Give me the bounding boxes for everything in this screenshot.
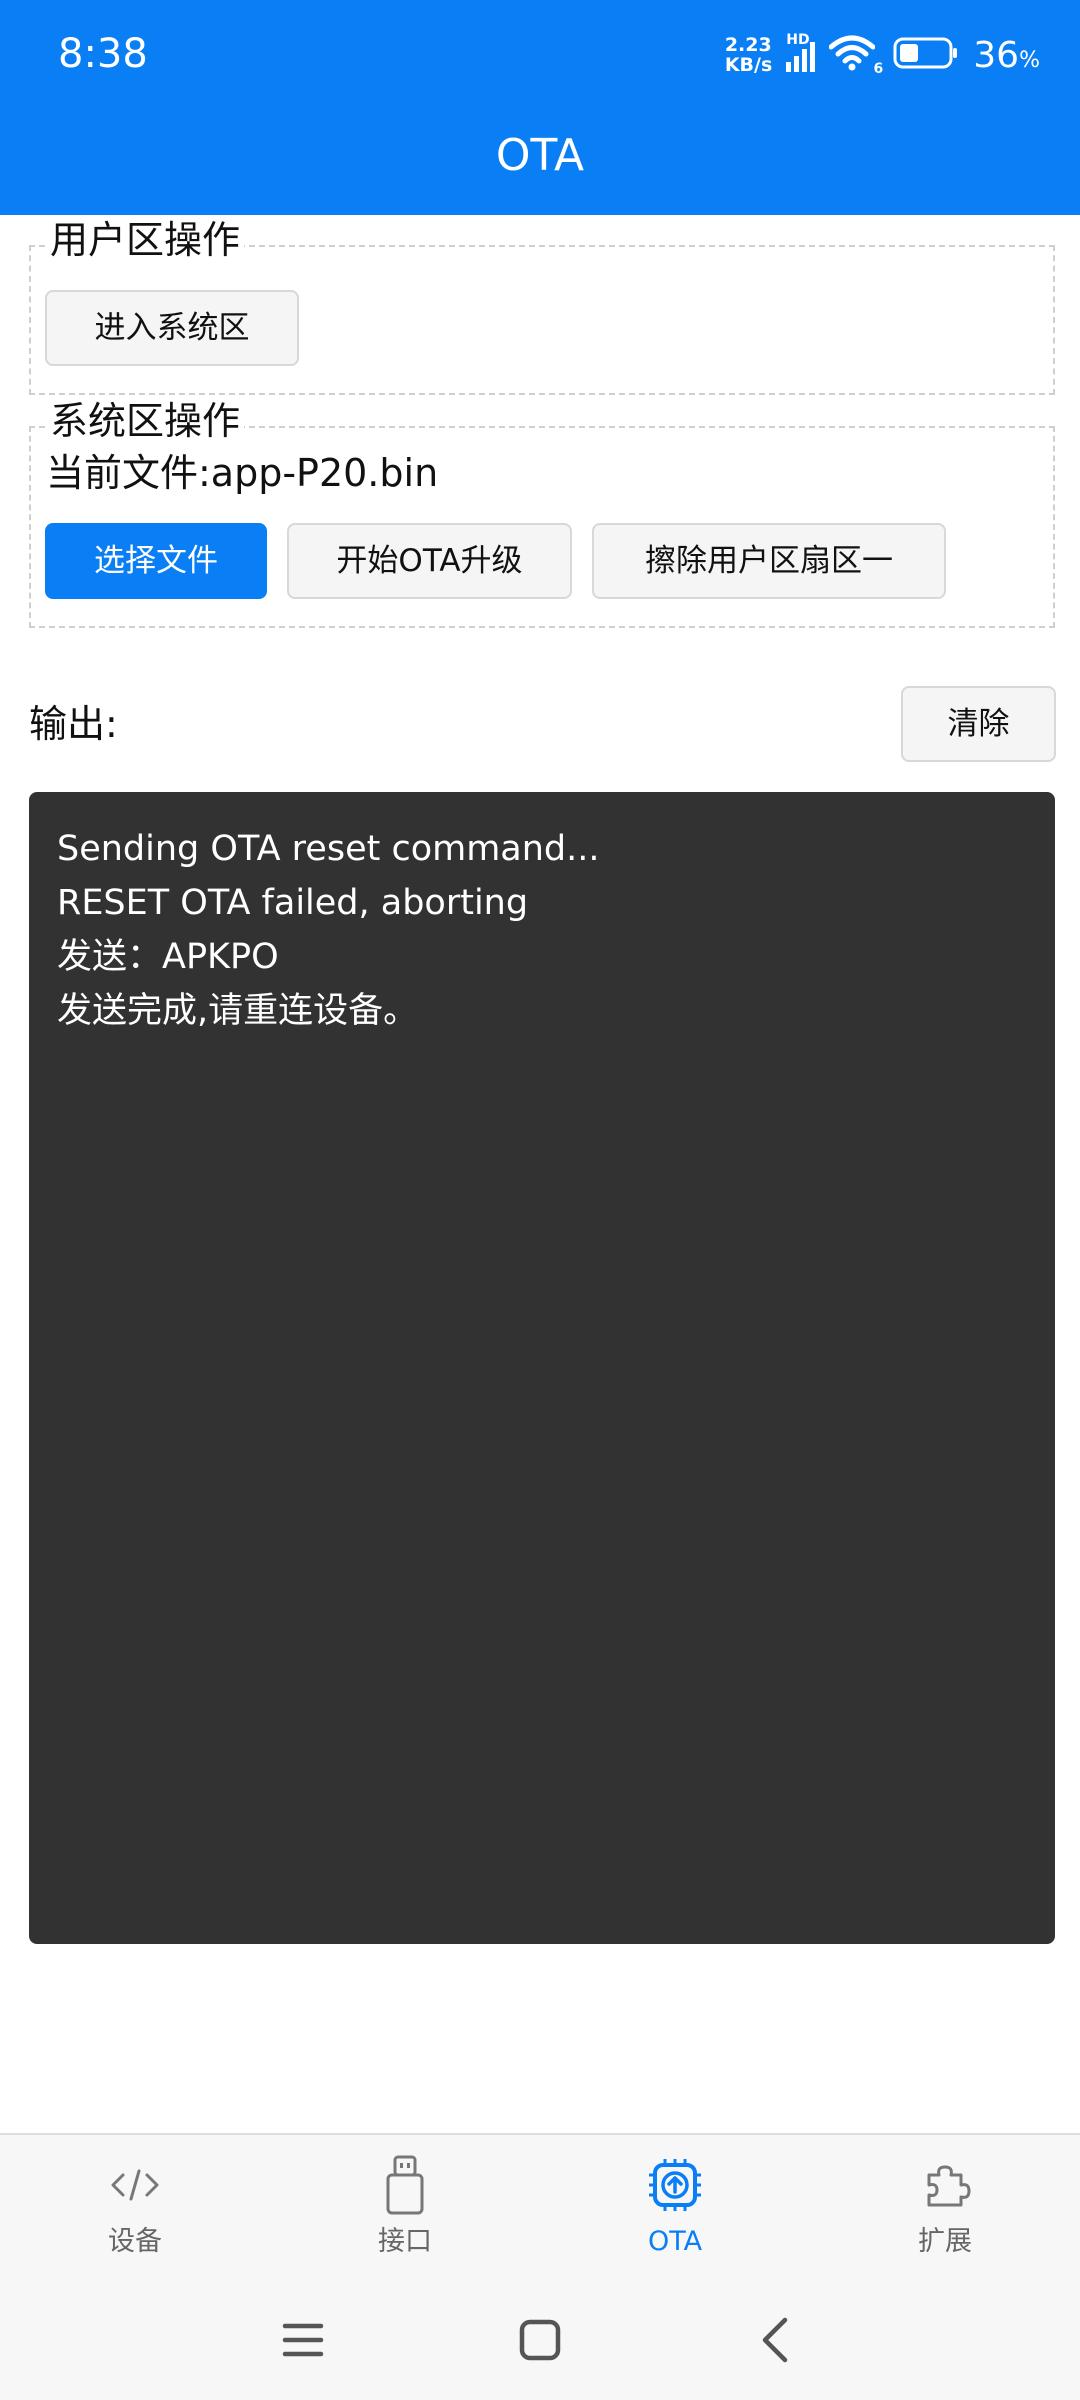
console-line: 发送完成,请重连设备。 [57, 991, 419, 1031]
erase-user-sector-button[interactable]: 擦除用户区扇区一 [592, 523, 946, 599]
back-icon[interactable] [735, 2295, 815, 2385]
system-navigation-bar [0, 2295, 1080, 2385]
enter-system-button[interactable]: 进入系统区 [45, 290, 299, 366]
page-title: OTA [495, 130, 585, 181]
network-speed: 2.23 KB/s [725, 35, 772, 75]
app-header: 8:38 2.23 KB/s HD 6 36% OTA [0, 0, 1080, 215]
usb-icon [375, 2155, 435, 2215]
output-console[interactable]: Sending OTA reset command... RESET OTA f… [29, 792, 1055, 1944]
battery-percent: 36% [973, 35, 1040, 76]
system-section-legend: 系统区操作 [46, 398, 245, 444]
bottom-area: 设备 接口 OTA 扩展 [0, 2133, 1080, 2400]
signal-icon: HD [786, 32, 816, 72]
start-ota-button[interactable]: 开始OTA升级 [287, 523, 572, 599]
chip-upload-icon [645, 2155, 705, 2215]
wifi-icon: 6 [828, 35, 883, 77]
network-speed-value: 2.23 [724, 34, 772, 56]
tab-label: 扩展 [918, 2226, 972, 2257]
status-icons: 2.23 KB/s HD 6 36% [725, 30, 1040, 80]
console-line: 发送：APKPO [57, 937, 279, 977]
current-file: 当前文件:app-P20.bin [46, 451, 439, 495]
network-speed-unit: KB/s [724, 54, 773, 76]
user-section: 用户区操作 进入系统区 [29, 217, 1055, 395]
clear-button[interactable]: 清除 [901, 686, 1056, 762]
battery-percent-value: 36 [973, 34, 1020, 76]
tab-label: 接口 [378, 2226, 432, 2257]
tab-label: 设备 [108, 2226, 162, 2257]
console-line: Sending OTA reset command... [57, 829, 600, 869]
code-icon [105, 2155, 165, 2215]
battery-percent-sign: % [1019, 47, 1040, 73]
select-file-button[interactable]: 选择文件 [45, 523, 267, 599]
network-tag: HD [786, 32, 810, 48]
home-icon[interactable] [500, 2295, 580, 2385]
console-line: RESET OTA failed, aborting [57, 883, 529, 923]
tab-label: OTA [647, 2226, 703, 2257]
menu-icon[interactable] [263, 2295, 343, 2385]
output-label: 输出: [29, 702, 118, 746]
battery-icon [893, 36, 959, 74]
user-section-legend: 用户区操作 [46, 217, 245, 263]
system-section: 系统区操作 当前文件:app-P20.bin 选择文件 开始OTA升级 擦除用户… [29, 398, 1055, 628]
wifi-tag: 6 [873, 61, 884, 77]
puzzle-icon [915, 2155, 975, 2215]
tab-interface[interactable]: 接口 [270, 2135, 540, 2275]
ota-screen: 8:38 2.23 KB/s HD 6 36% OTA 用户区操作 进入系统区 … [0, 0, 1080, 2400]
tab-devices[interactable]: 设备 [0, 2135, 270, 2275]
tab-ota[interactable]: OTA [540, 2135, 810, 2275]
tab-extension[interactable]: 扩展 [810, 2135, 1080, 2275]
status-time: 8:38 [58, 31, 148, 77]
